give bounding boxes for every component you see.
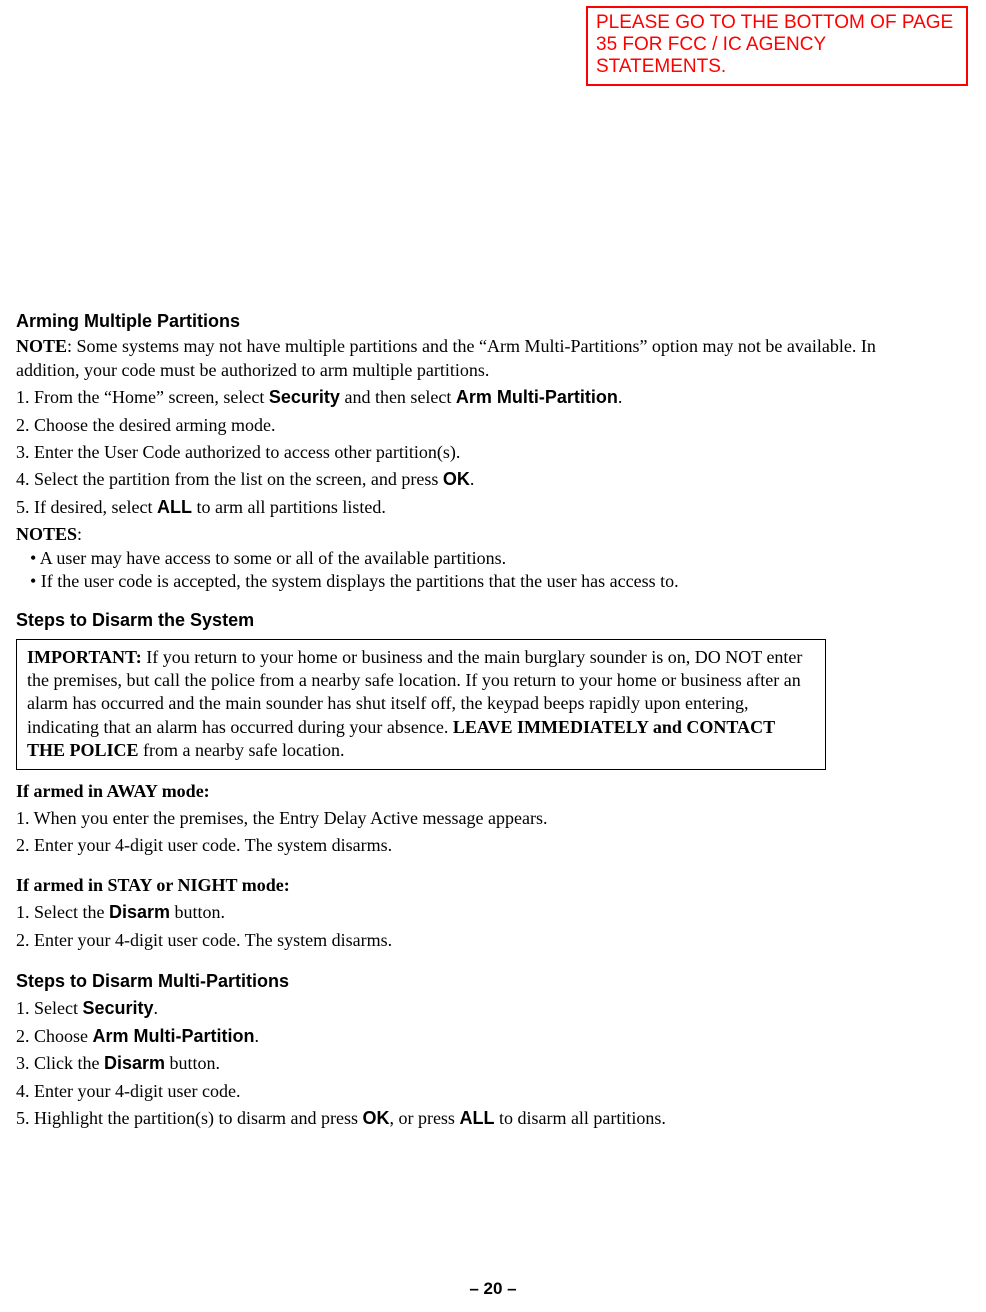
s1-step-1: 1. From the “Home” screen, select Securi…: [16, 386, 886, 409]
text: and then select: [340, 387, 456, 407]
s1-step-2: 2. Choose the desired arming mode.: [16, 414, 886, 437]
s5-step-3: 3. Click the Disarm button.: [16, 1052, 886, 1075]
s3-step-2: 2. Enter your 4-digit user code. The sys…: [16, 834, 886, 857]
text: .: [470, 469, 475, 489]
s4-step-1: 1. Select the Disarm button.: [16, 901, 886, 924]
text: button.: [170, 902, 225, 922]
text: .: [618, 387, 623, 407]
text: 5. Highlight the partition(s) to disarm …: [16, 1108, 362, 1128]
text: :: [77, 524, 82, 544]
note-text: NOTE: Some systems may not have multiple…: [16, 335, 886, 382]
s5-step-4: 4. Enter your 4-digit user code.: [16, 1080, 886, 1103]
text: 3. Click the: [16, 1053, 104, 1073]
s5-step-1: 1. Select Security.: [16, 997, 886, 1020]
text: button.: [165, 1053, 220, 1073]
heading-away-mode: If armed in AWAY mode:: [16, 780, 886, 803]
notes-bullet-2: • If the user code is accepted, the syst…: [16, 570, 886, 593]
text: 2. Choose: [16, 1026, 93, 1046]
text: to arm all partitions listed.: [192, 497, 386, 517]
heading-stay-night-mode: If armed in STAY or NIGHT mode:: [16, 874, 886, 897]
heading-steps-to-disarm-multi: Steps to Disarm Multi-Partitions: [16, 970, 886, 993]
keyword-all: ALL: [459, 1108, 494, 1128]
text: , or press: [389, 1108, 459, 1128]
s4-step-2: 2. Enter your 4-digit user code. The sys…: [16, 929, 886, 952]
keyword-disarm: Disarm: [109, 902, 170, 922]
text: 1. From the “Home” screen, select: [16, 387, 269, 407]
keyword-arm-multi-partition: Arm Multi-Partition: [456, 387, 618, 407]
s1-step-4: 4. Select the partition from the list on…: [16, 468, 886, 491]
keyword-security: Security: [82, 998, 153, 1018]
keyword-arm-multi-partition: Arm Multi-Partition: [93, 1026, 255, 1046]
text: 4. Select the partition from the list on…: [16, 469, 443, 489]
keyword-disarm: Disarm: [104, 1053, 165, 1073]
important-text-2: from a nearby safe location.: [139, 740, 345, 760]
text: .: [154, 998, 159, 1018]
keyword-all: ALL: [157, 497, 192, 517]
keyword-ok: OK: [443, 469, 470, 489]
page-body: Arming Multiple Partitions NOTE: Some sy…: [0, 310, 986, 1134]
notes-header: NOTES:: [16, 523, 886, 546]
callout-banner: PLEASE GO TO THE BOTTOM OF PAGE 35 FOR F…: [586, 6, 968, 86]
s5-step-5: 5. Highlight the partition(s) to disarm …: [16, 1107, 886, 1130]
keyword-ok: OK: [362, 1108, 389, 1128]
text: 1. Select: [16, 998, 82, 1018]
s1-step-3: 3. Enter the User Code authorized to acc…: [16, 441, 886, 464]
important-label: IMPORTANT:: [27, 647, 142, 667]
text: 5. If desired, select: [16, 497, 157, 517]
notes-label: NOTES: [16, 524, 77, 544]
page-number: – 20 –: [0, 1278, 986, 1300]
s3-step-1: 1. When you enter the premises, the Entr…: [16, 807, 886, 830]
heading-steps-to-disarm: Steps to Disarm the System: [16, 609, 886, 632]
text: 1. Select the: [16, 902, 109, 922]
text: .: [255, 1026, 260, 1046]
notes-bullet-1: • A user may have access to some or all …: [16, 547, 886, 570]
keyword-security: Security: [269, 387, 340, 407]
important-box: IMPORTANT: If you return to your home or…: [16, 639, 826, 770]
note-body: : Some systems may not have multiple par…: [16, 336, 876, 379]
note-label: NOTE: [16, 336, 67, 356]
text: to disarm all partitions.: [494, 1108, 665, 1128]
s1-step-5: 5. If desired, select ALL to arm all par…: [16, 496, 886, 519]
heading-arming-multiple-partitions: Arming Multiple Partitions: [16, 310, 886, 333]
s5-step-2: 2. Choose Arm Multi-Partition.: [16, 1025, 886, 1048]
